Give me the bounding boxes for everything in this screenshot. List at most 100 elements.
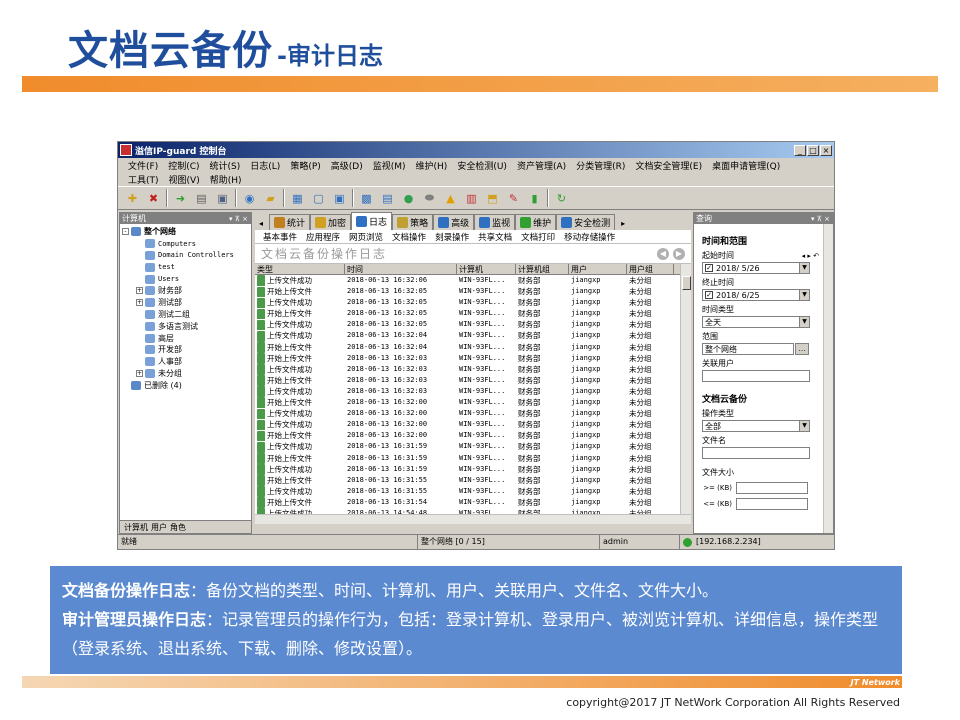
column-header[interactable]: 计算机 — [457, 264, 516, 275]
lock-icon[interactable]: ⬒ — [484, 190, 501, 207]
subtab-3[interactable]: 文档操作 — [392, 231, 426, 243]
tree-node[interactable]: Domain Controllers — [122, 250, 251, 262]
tab-user[interactable]: 用户 — [151, 522, 167, 533]
tab-scroll-right-icon[interactable]: ▸ — [615, 219, 625, 230]
tree-node[interactable]: + 未分组 — [122, 368, 251, 380]
tab-1[interactable]: 加密 — [310, 214, 352, 230]
table-row[interactable]: 开始上传文件 2018-06-13 16:32:03 WIN-93FL... 财务部 j… — [255, 375, 691, 386]
subtab-1[interactable]: 应用程序 — [306, 231, 340, 243]
tree-node[interactable]: + 财务部 — [122, 285, 251, 297]
chart-icon[interactable]: ▥ — [463, 190, 480, 207]
scope-field[interactable]: 整个网络… — [702, 343, 809, 355]
table-row[interactable]: 上传文件成功 2018-06-13 16:32:00 WIN-93FL... 财务部 j… — [255, 419, 691, 431]
subtab-6[interactable]: 文档打印 — [521, 231, 555, 243]
tab-7[interactable]: 安全检测 — [556, 214, 616, 230]
screen-icon[interactable]: ▣ — [331, 190, 348, 207]
table-row[interactable]: 上传文件成功 2018-06-13 16:32:05 WIN-93FL... 财务部 j… — [255, 319, 691, 331]
menu-item[interactable]: 监视(M) — [373, 159, 406, 172]
tab-0[interactable]: 统计 — [269, 214, 311, 230]
table-row[interactable]: 开始上传文件 2018-06-13 16:32:04 WIN-93FL... 财务部 j… — [255, 342, 691, 353]
end-time-checkbox[interactable]: ✓ — [705, 291, 713, 299]
table-row[interactable]: 开始上传文件 2018-06-13 16:32:00 WIN-93FL... 财务部 j… — [255, 397, 691, 409]
menu-item[interactable]: 资产管理(A) — [517, 159, 566, 172]
table-row[interactable]: 上传文件成功 2018-06-13 16:31:59 WIN-93FL... 财务部 j… — [255, 464, 691, 475]
menu-item[interactable]: 高级(D) — [331, 159, 363, 172]
menu-item[interactable]: 控制(C) — [168, 159, 199, 172]
table-row[interactable]: 上传文件成功 2018-06-13 16:31:55 WIN-93FL... 财务部 j… — [255, 486, 691, 497]
subtab-7[interactable]: 移动存储操作 — [564, 231, 615, 243]
table-row[interactable]: 开始上传文件 2018-06-13 16:31:54 WIN-93FL... 财务部 j… — [255, 497, 691, 508]
tree-node[interactable]: 开发部 — [122, 344, 251, 356]
tab-4[interactable]: 高级 — [433, 214, 475, 230]
table-row[interactable]: 开始上传文件 2018-06-13 16:32:05 WIN-93FL... 财务部 j… — [255, 286, 691, 298]
column-header[interactable]: 类型 — [255, 264, 345, 275]
network-icon[interactable]: ▩ — [358, 190, 375, 207]
expand-icon[interactable]: + — [136, 369, 143, 377]
tab-scroll-left-icon[interactable]: ◂ — [257, 219, 269, 230]
preview-icon[interactable]: ▣ — [214, 190, 231, 207]
table-row[interactable]: 上传文件成功 2018-06-13 16:32:04 WIN-93FL... 财务部 j… — [255, 330, 691, 342]
menu-item[interactable]: 帮助(H) — [210, 173, 242, 186]
new-icon[interactable]: ✚ — [124, 190, 141, 207]
menu-item[interactable]: 策略(P) — [290, 159, 320, 172]
tree-node[interactable]: 测试二组 — [122, 309, 251, 321]
query-panel-scrollbar[interactable] — [823, 224, 833, 533]
prev-page-icon[interactable]: ◀ — [657, 247, 669, 260]
tab-2[interactable]: 日志 — [351, 212, 393, 230]
tree-node[interactable]: Computers — [122, 238, 251, 250]
tree-node[interactable]: + 测试部 — [122, 297, 251, 309]
table-row[interactable]: 上传文件成功 2018-06-13 16:32:00 WIN-93FL... 财务部 j… — [255, 408, 691, 420]
tree-node[interactable]: 高层 — [122, 332, 251, 344]
edit-icon[interactable]: ✎ — [505, 190, 522, 207]
table-row[interactable]: 上传文件成功 2018-06-13 14:54:48 WIN-93FL... 财务部 j… — [255, 508, 691, 514]
filename-input[interactable] — [702, 447, 810, 459]
panel-pin-icon[interactable]: ▾ ⊼ × — [811, 215, 833, 223]
subtab-2[interactable]: 网页浏览 — [349, 231, 383, 243]
tab-role[interactable]: 角色 — [170, 522, 186, 533]
globe-icon[interactable]: ◉ — [241, 190, 258, 207]
export-icon[interactable]: ➜ — [172, 190, 189, 207]
earth-icon[interactable]: ● — [400, 190, 417, 207]
close-button[interactable]: × — [820, 144, 832, 156]
table-row[interactable]: 上传文件成功 2018-06-13 16:32:05 WIN-93FL... 财务部 j… — [255, 297, 691, 309]
related-user-input[interactable] — [702, 370, 810, 382]
table-vertical-scrollbar[interactable] — [680, 264, 691, 514]
table-row[interactable]: 上传文件成功 2018-06-13 16:32:03 WIN-93FL... 财务部 j… — [255, 364, 691, 375]
report-icon[interactable]: ▤ — [379, 190, 396, 207]
tab-5[interactable]: 监视 — [474, 214, 516, 230]
computers-icon[interactable]: ▦ — [289, 190, 306, 207]
tab-computer[interactable]: 计算机 — [124, 522, 148, 533]
next-page-icon[interactable]: ▶ — [673, 247, 685, 260]
start-time-checkbox[interactable]: ✓ — [705, 264, 713, 272]
warning-icon[interactable]: ▲ — [442, 190, 459, 207]
menu-item[interactable]: 文档安全管理(E) — [635, 159, 702, 172]
tree-node[interactable]: test — [122, 261, 251, 273]
column-header[interactable]: 用户 — [569, 264, 627, 275]
table-horizontal-scrollbar[interactable] — [255, 514, 691, 524]
collapse-icon[interactable]: - — [122, 228, 129, 236]
size-le-input[interactable] — [736, 498, 808, 510]
tree-node[interactable]: - 整个网络 — [122, 226, 251, 238]
size-ge-input[interactable] — [736, 482, 808, 494]
print-icon[interactable]: ▤ — [193, 190, 210, 207]
column-header[interactable]: 计算机组 — [516, 264, 569, 275]
menu-item[interactable]: 统计(S) — [210, 159, 241, 172]
table-row[interactable]: 开始上传文件 2018-06-13 16:32:00 WIN-93FL... 财务部 j… — [255, 430, 691, 442]
table-row[interactable]: 上传文件成功 2018-06-13 16:31:59 WIN-93FL... 财务部 j… — [255, 441, 691, 453]
delete-icon[interactable]: ✖ — [145, 190, 162, 207]
table-row[interactable]: 开始上传文件 2018-06-13 16:32:05 WIN-93FL... 财务部 j… — [255, 308, 691, 320]
refresh-icon[interactable]: ↻ — [553, 190, 570, 207]
column-header[interactable]: 时间 — [345, 264, 457, 275]
menu-item[interactable]: 日志(L) — [250, 159, 280, 172]
panel-pin-icon[interactable]: ▾ ⊼ × — [229, 215, 251, 223]
menu-item[interactable]: 视图(V) — [169, 173, 200, 186]
tab-6[interactable]: 维护 — [515, 214, 557, 230]
start-time-picker[interactable]: ✓ 2018/ 5/26 ▼ — [702, 262, 810, 274]
table-row[interactable]: 开始上传文件 2018-06-13 16:31:59 WIN-93FL... 财务部 j… — [255, 452, 691, 464]
menu-item[interactable]: 工具(T) — [128, 173, 159, 186]
tree-node[interactable]: 人事部 — [122, 356, 251, 368]
table-row[interactable]: 上传文件成功 2018-06-13 16:32:03 WIN-93FL... 财务部 j… — [255, 386, 691, 398]
table-row[interactable]: 上传文件成功 2018-06-13 16:32:06 WIN-93FL... 财务部 j… — [255, 275, 691, 287]
subtab-0[interactable]: 基本事件 — [263, 231, 297, 243]
column-header[interactable]: 用户组 — [627, 264, 674, 275]
